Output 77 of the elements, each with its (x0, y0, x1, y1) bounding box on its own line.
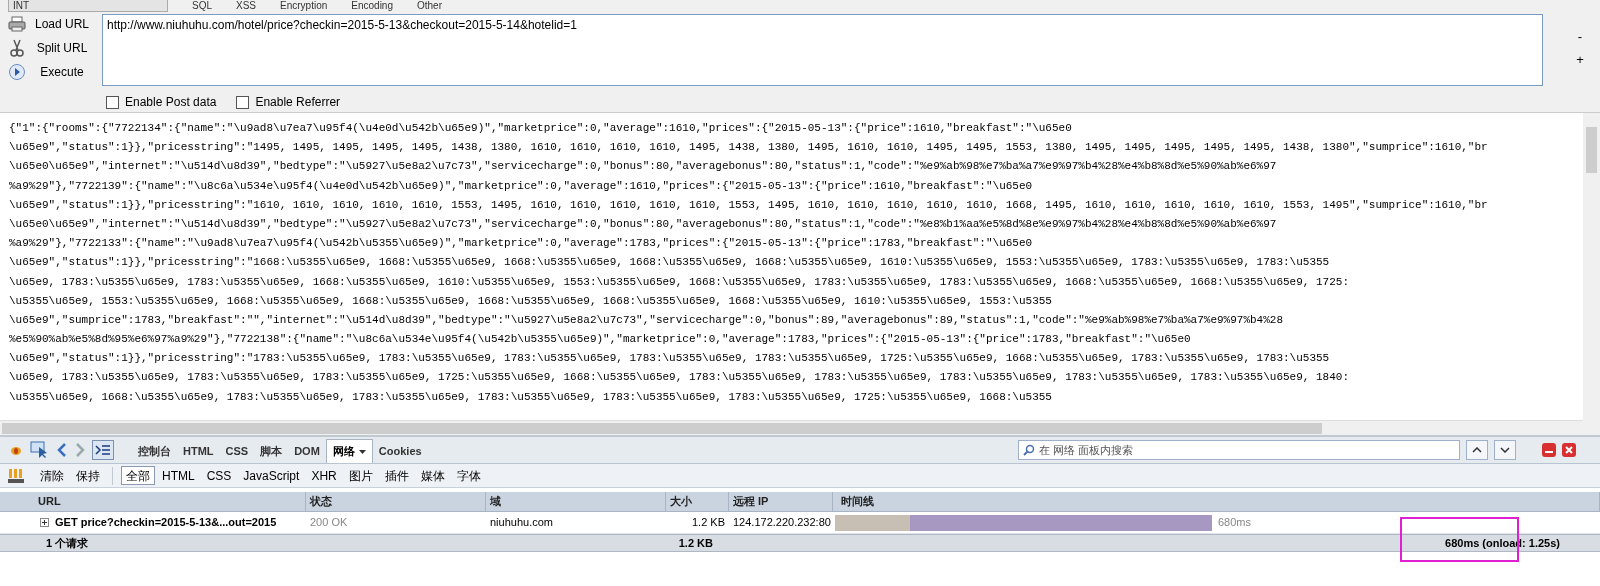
total-size: 1.2 KB (677, 535, 714, 551)
menu-item[interactable]: SQL (192, 0, 212, 11)
url-field[interactable]: http://www.niuhuhu.com/hotel/price?checkin=2015-5-13&checkout=2015-5-14&hotelid=1 (102, 14, 1543, 86)
filter-button[interactable]: XHR (306, 466, 342, 485)
checkbox-label: Enable Post data (125, 94, 217, 111)
request-count: 1 个请求 (45, 535, 90, 551)
response-text-line: \u65e9","status":1}},"pricesstring":"1668:\u5355\u65e9, 1668:\u5355\u65e9, 1668:\u5355\u65e9, 1668:\u5355\u65e9, 1668:\u5355\u65e9, 1610:\u5355\u65e9, 1553:\u5355\u65e9, 1783:\u5355\u65e9, 1783:\u5355 (9, 255, 1331, 271)
xhr-toolbar-icon[interactable] (8, 467, 24, 484)
play-icon (8, 62, 26, 81)
menu-item[interactable]: XSS (236, 0, 257, 11)
filter-button[interactable]: 字体 (451, 466, 486, 485)
response-text-line: \u65e9, 1783:\u5355\u65e9, 1783:\u5355\u65e9, 1783:\u5355\u65e9, 1725:\u5355\u65e9, 1668:\u5355\u65e9, 1783:\u5355\u65e9, 1783:\u5355\u65e9, 1783:\u5355\u65e9, 1783:\u5355\u65e9, 1783:\u5355\u65e9, 1840: (9, 370, 1351, 386)
response-text-line: \u65e0\u65e9","internet":"\u514d\u8d39","bedtype":"\u5927\u5e8a2\u7c73","servicecharge":0,"bonus":80,"averagebonus":80,"status":1,"code":"%e9%ab%98%e7%ba%a7%e9%97%b4%28%e4%b8%8d%e5%90%ab%e6%97 (9, 159, 1278, 175)
back-chevron-icon[interactable] (56, 443, 68, 457)
toolbar-button[interactable]: 保持 (72, 466, 104, 485)
column-header[interactable]: 域 (486, 492, 666, 511)
status-cell-text: 200 OK (309, 515, 349, 531)
request-cell[interactable]: GET price?checkin=2015-5-13&...out=2015 (55, 514, 277, 531)
filter-button[interactable]: HTML (157, 466, 200, 485)
search-icon (1023, 444, 1035, 456)
down-caret-icon (1500, 447, 1510, 453)
response-text-line: {"1":{"rooms":{"7722134":{"name":"\u9ad8\u7ea7\u95f4(\u4e0d\u542b\u65e9)","marketprice":0,"average":1610,"prices":{"2015-05-13":{"price":1610,"breakfast":"\u65e0 (9, 121, 1073, 136)
response-text-line: \u65e9","status":1}},"pricesstring":"1783:\u5355\u65e9, 1783:\u5355\u65e9, 1783:\u5355\u65e9, 1783:\u5355\u65e9, 1783:\u5355\u65e9, 1725:\u5355\u65e9, 1668:\u5355\u65e9, 1783:\u5355\u65e9, 1783:\u5355 (9, 351, 1331, 367)
response-text-line: \u5355\u65e9, 1668:\u5355\u65e9, 1783:\u5355\u65e9, 1783:\u5355\u65e9, 1783:\u5355\u65e9, 1783:\u5355\u65e9, 1783:\u5355\u65e9, 1725:\u5355\u65e9, 1668:\u5355 (9, 389, 1053, 405)
filter-button[interactable]: 全部 (121, 466, 155, 485)
column-header[interactable]: URL (0, 492, 306, 511)
panel-tab[interactable]: DOM (288, 439, 326, 463)
next-match-button[interactable] (1494, 440, 1516, 460)
panel-tab[interactable]: HTML (177, 439, 220, 463)
response-text-line: %e5%90%ab%e5%8d%95%e6%97%a9%29"},"7722138":{"name":"\u8c6a\u534e\u95f4(\u542b\u5355\u65e9)","marketprice":0,"average":1783,"prices":{"2015-05-13":{"price":1783,"breakfast":"\u65e0 (9, 332, 1192, 348)
expand-icon[interactable] (40, 518, 49, 527)
hackbar-button[interactable]: Execute (4, 61, 102, 82)
response-text-line: \u65e9","sumprice":1783,"breakfast":"","internet":"\u514d\u8d39","bedtype":"\u5927\u5e8a2\u7c73","servicecharge":0,"bonus":89,"averagebonus":89,"status":1,"code":"%e9%ab%98%e7%ba%a7%e9%97%b4%28 (9, 312, 1284, 328)
panel-tab[interactable]: CSS (219, 439, 255, 463)
filter-button[interactable]: 图片 (343, 466, 378, 485)
hackbar-button[interactable]: Load URL (4, 13, 102, 34)
column-header[interactable]: 远程 IP (729, 492, 833, 511)
menu-item[interactable]: Encoding (351, 0, 393, 11)
response-text-line: %a9%29"},"7722139":{"name":"\u8c6a\u534e\u95f4(\u4e0d\u542b\u65e9)","marketprice":0,"average":1610,"prices":{"2015-05-13":{"price":1610,"breakfast":"\u65e0 (9, 178, 1034, 194)
panel-tab[interactable]: Cookies (372, 439, 428, 463)
scissors-icon (8, 38, 26, 57)
filter-button[interactable]: 媒体 (415, 466, 450, 485)
panel-tab[interactable]: 控制台 (132, 439, 177, 463)
side-button[interactable]: + (1576, 53, 1584, 66)
filter-button[interactable]: 插件 (379, 466, 414, 485)
response-text-line: %a9%29"},"7722133":{"name":"\u9ad8\u7ea7\u95f4(\u542b\u5355\u65e9)","marketprice":0,"average":1783,"prices":{"2015-05-13":{"price":1783,"breakfast":"\u65e0 (9, 236, 1034, 252)
toolbar-button[interactable]: 清除 (36, 466, 68, 485)
domain-cell-text: niuhuhu.com (489, 515, 554, 531)
filter-button[interactable]: CSS (201, 466, 237, 485)
previous-match-button[interactable] (1466, 440, 1488, 460)
size-cell-text: 1.2 KB (690, 515, 726, 531)
response-text-line: \u5355\u65e9, 1553:\u5355\u65e9, 1668:\u5355\u65e9, 1668:\u5355\u65e9, 1668:\u5355\u65e9, 1668:\u5355\u65e9, 1668:\u5355\u65e9, 1610:\u5355\u65e9, 1553:\u5355 (9, 293, 1053, 309)
response-text-line: \u65e9, 1783:\u5355\u65e9, 1783:\u5355\u65e9, 1668:\u5355\u65e9, 1610:\u5355\u65e9, 1553:\u5355\u65e9, 1668:\u5355\u65e9, 1783:\u5355\u65e9, 1783:\u5355\u65e9, 1668:\u5355\u65e9, 1668:\u5355\u65e9, 1725: (9, 274, 1351, 290)
injection-dropdown[interactable]: INT (8, 0, 168, 12)
hackbar-button[interactable]: Split URL (4, 37, 102, 58)
panel-tab[interactable]: 脚本 (254, 439, 289, 463)
remote-ip-cell-text: 124.172.220.232:80 (732, 515, 832, 531)
menu-item[interactable]: Other (417, 0, 442, 11)
checkbox-label: Enable Referrer (255, 94, 341, 111)
close-icon[interactable] (1562, 443, 1576, 457)
panel-tab[interactable]: 网络 (325, 439, 373, 463)
side-button[interactable]: - (1577, 30, 1583, 43)
response-text-line: \u65e9","status":1}},"pricesstring":"1495, 1495, 1495, 1495, 1495, 1438, 1380, 1610, 1610, 1610, 1610, 1495, 1438, 1380, 1495, 1610, 1610, 1495, 1495, 1553, 1380, 1495, 1495, 1495, 1495, 1495, 1438, 1380","sumprice":1610,"br (9, 140, 1489, 156)
filter-button[interactable]: JavaScript (238, 466, 305, 485)
response-text-line: \u65e0\u65e9","internet":"\u514d\u8d39","bedtype":"\u5927\u5e8a2\u7c73","servicecharge":0,"bonus":80,"averagebonus":80,"status":1,"code":"%e8%b1%aa%e5%8d%8e%e9%97%b4%28%e4%b8%8d%e5%90%ab%e6%97 (9, 216, 1278, 232)
printer-icon (8, 15, 26, 32)
response-text-line: \u65e9","status":1}},"pricesstring":"1610, 1610, 1610, 1610, 1610, 1553, 1495, 1610, 1610, 1610, 1610, 1610, 1553, 1495, 1610, 1610, 1610, 1610, 1610, 1668, 1495, 1610, 1610, 1610, 1610, 1610, 1553, 1495","sumprice":1610,"br (9, 197, 1489, 213)
up-caret-icon (1472, 447, 1482, 453)
minimize-icon[interactable] (1542, 443, 1556, 457)
checkbox[interactable] (236, 95, 250, 109)
column-header[interactable]: 大小 (666, 492, 729, 511)
menu-item[interactable]: Encryption (280, 0, 328, 11)
column-header[interactable]: 状态 (306, 492, 486, 511)
column-header[interactable]: 时间线 (833, 492, 1600, 511)
search-field[interactable]: 在 网络 面板内搜索 (1018, 440, 1460, 460)
checkbox[interactable] (106, 95, 119, 109)
timeline-duration: 680ms (1218, 515, 1252, 531)
